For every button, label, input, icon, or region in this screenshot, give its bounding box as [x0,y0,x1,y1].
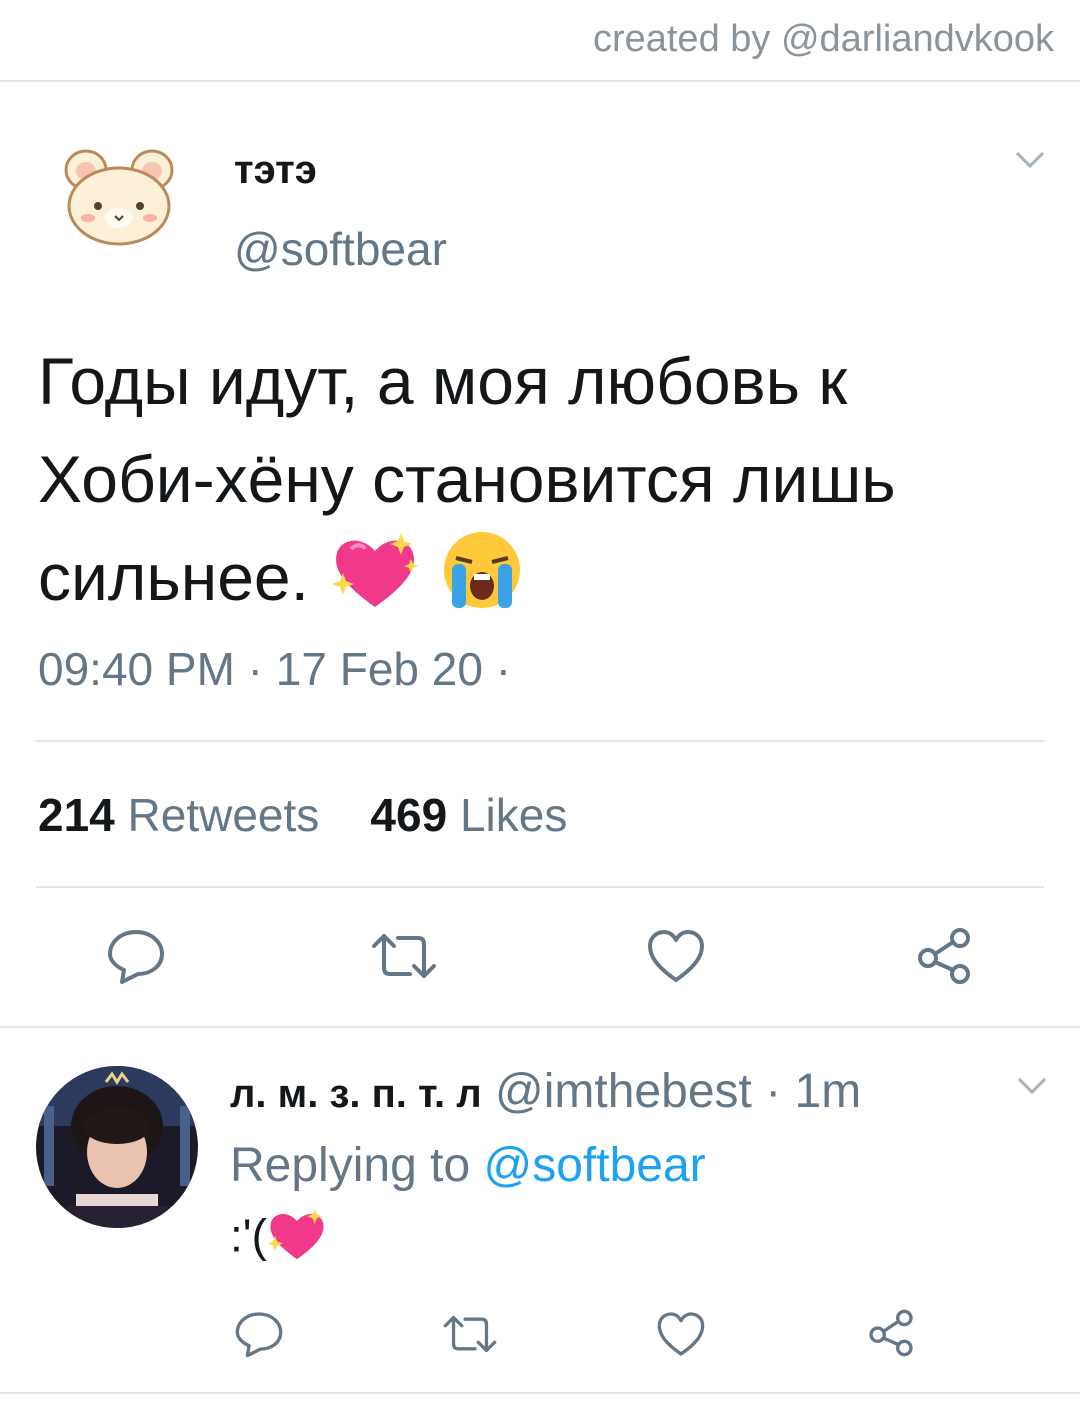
divider [36,886,1044,888]
loudly-crying-face-icon [442,530,522,636]
top-divider [0,80,1080,82]
like-icon[interactable] [656,1310,706,1363]
section-divider [0,1026,1080,1028]
retweet-icon[interactable] [442,1314,498,1359]
divider [36,740,1044,742]
tweet-text-line: Хоби-хёну становится лишь [38,442,896,516]
credit-label: created by @darliandvkook [592,18,1054,60]
like-icon[interactable] [646,928,706,989]
replying-mention[interactable]: @softbear [483,1139,705,1192]
replying-to: Replying to @softbear [230,1138,706,1193]
reply-author-handle[interactable]: @imthebest [495,1065,752,1118]
avatar-bear[interactable] [60,148,178,248]
author-handle[interactable]: @softbear [234,222,447,276]
like-label: Likes [459,789,568,841]
reply-header: л. м. з. п. т. л @imthebest · 1m [230,1064,861,1119]
chevron-down-icon[interactable] [1014,150,1046,170]
reply-icon[interactable] [106,928,166,989]
like-stat[interactable]: 469 Likes [370,789,567,841]
like-count: 469 [370,789,448,841]
reply-text-content: :'( [230,1209,267,1262]
retweet-icon[interactable] [370,932,438,985]
retweet-label: Retweets [127,789,320,841]
sparkling-heart-icon [331,529,419,637]
tweet-text: Годы идут, а моя любовь к Хоби-хёну стан… [38,332,1048,637]
tweet-stats: 214 Retweets 469 Likes [38,788,567,842]
reply-icon[interactable] [234,1310,284,1363]
sparkling-heart-icon [267,1206,327,1273]
share-icon[interactable] [914,926,974,991]
tweet-timestamp[interactable]: 09:40 PM · 17 Feb 20 · [38,642,511,696]
retweet-stat[interactable]: 214 Retweets [38,789,319,841]
reply-time[interactable]: · 1m [765,1065,861,1118]
reply-avatar[interactable] [36,1066,198,1228]
reply-author-name[interactable]: л. м. з. п. т. л [230,1072,482,1116]
retweet-count: 214 [38,789,115,841]
bottom-divider [0,1392,1080,1394]
share-icon[interactable] [866,1308,916,1363]
tweet-text-line: Годы идут, а моя любовь к [38,344,848,418]
reply-text: :'( [230,1206,327,1273]
chevron-down-icon[interactable] [1016,1076,1048,1096]
tweet-text-line: сильнее. [38,540,309,614]
replying-prefix: Replying to [230,1139,471,1192]
author-name[interactable]: тэтэ [234,148,317,193]
